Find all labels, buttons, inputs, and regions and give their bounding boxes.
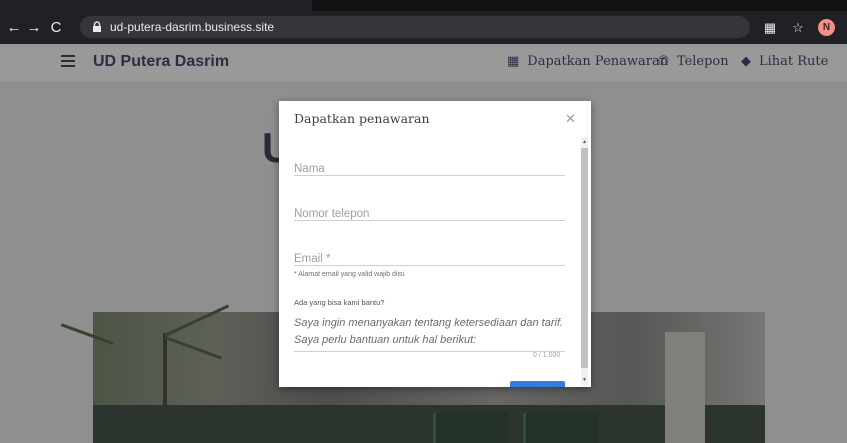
email-hint: * Alamat email yang valid wajib diisi.	[294, 271, 407, 278]
dialog-title: Dapatkan penawaran	[294, 111, 430, 126]
profile-avatar[interactable]: N	[818, 19, 835, 36]
browser-toolbar: ← → C ud-putera-dasrim.business.site ▦ ☆…	[0, 11, 847, 44]
back-arrow-icon[interactable]: ←	[5, 11, 23, 44]
close-icon[interactable]: ✕	[565, 111, 576, 127]
address-bar[interactable]: ud-putera-dasrim.business.site	[80, 16, 750, 38]
message-field[interactable]: Saya ingin menanyakan tentang ketersedia…	[294, 315, 565, 352]
tab-strip	[0, 0, 847, 11]
reload-icon[interactable]: C	[47, 11, 65, 44]
translate-icon[interactable]: ▦	[762, 11, 778, 44]
help-label: Ada yang bisa kami bantu?	[294, 298, 385, 307]
scroll-up-icon[interactable]: ▲	[581, 139, 588, 145]
lock-icon	[93, 21, 101, 32]
url-text: ud-putera-dasrim.business.site	[110, 20, 275, 34]
email-field[interactable]: Email *	[294, 249, 565, 266]
submit-button[interactable]	[510, 381, 565, 387]
quote-dialog: Dapatkan penawaran ✕ Nama Nomor telepon …	[279, 101, 591, 387]
star-icon[interactable]: ☆	[790, 11, 806, 44]
phone-field[interactable]: Nomor telepon	[294, 204, 565, 221]
phone-placeholder: Nomor telepon	[294, 208, 370, 220]
browser-tab[interactable]	[0, 0, 312, 11]
email-placeholder: Email *	[294, 253, 331, 265]
web-page: UD Putera Dasrim ▦ Dapatkan Penawaran ✆ Te…	[0, 44, 847, 443]
scrollbar-thumb[interactable]	[581, 148, 588, 368]
name-placeholder: Nama	[294, 163, 325, 175]
scroll-down-icon[interactable]: ▼	[581, 377, 588, 383]
name-field[interactable]: Nama	[294, 159, 565, 176]
char-counter: 0 / 1.000	[533, 352, 561, 359]
forward-arrow-icon[interactable]: →	[25, 11, 43, 44]
